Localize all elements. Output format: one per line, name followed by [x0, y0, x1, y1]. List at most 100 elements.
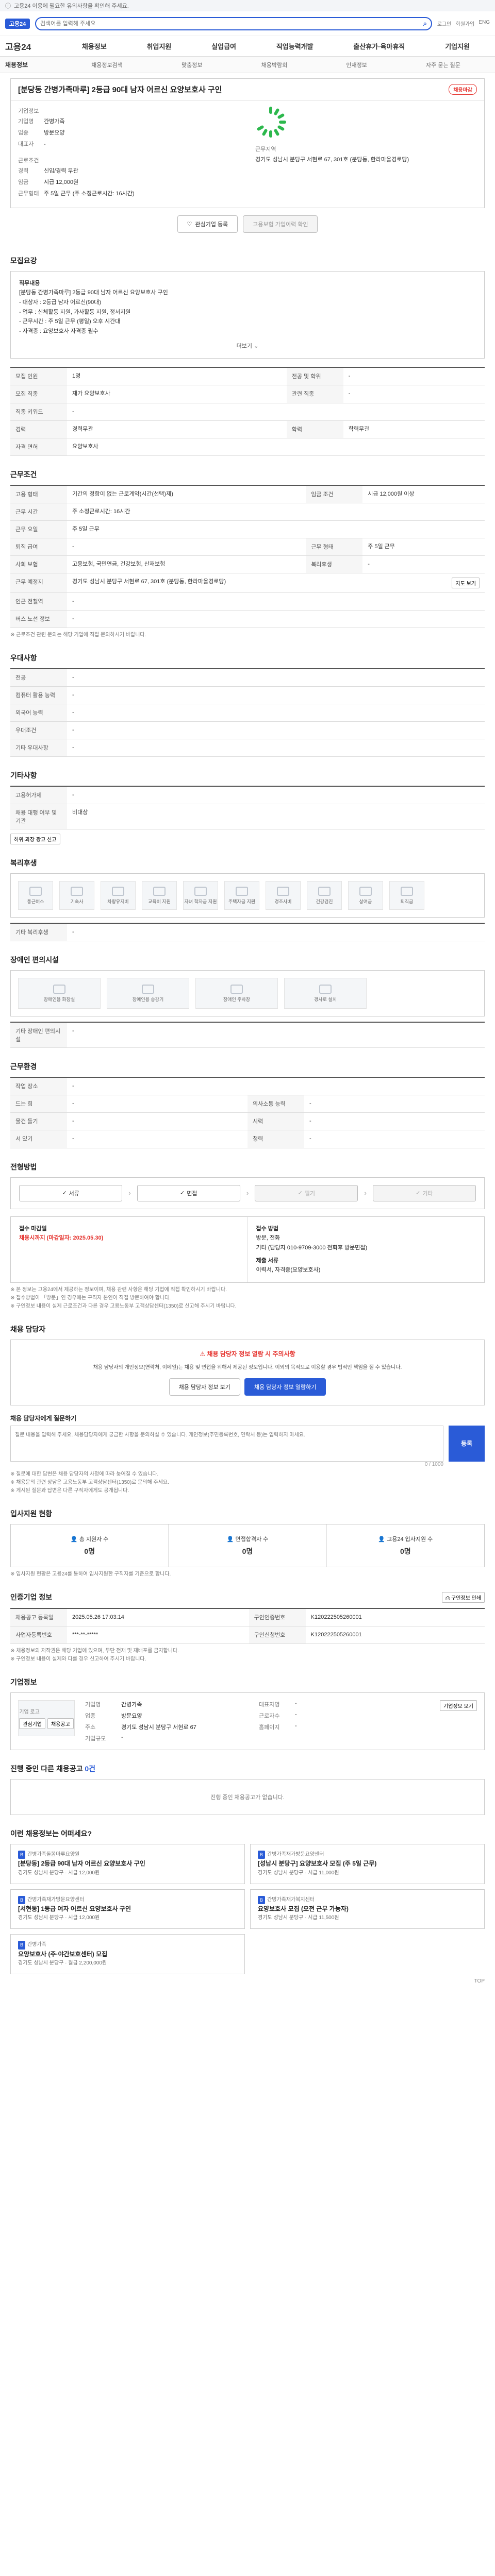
report-button[interactable]: 허위·과장 광고 신고 [10, 834, 60, 845]
welfare-item: 교육비 지원 [142, 881, 177, 910]
hire-heading: 입사지원 현황 [10, 1509, 53, 1518]
book-icon [153, 886, 166, 896]
site-logo[interactable]: 고용24 [5, 18, 30, 29]
agency-favorite-button[interactable]: 관심기업 [19, 1718, 45, 1730]
gnb-item-company[interactable]: 기업지원 [445, 41, 470, 51]
qa-form: 등록 [10, 1425, 485, 1462]
sub-nav-item[interactable]: 맞춤정보 [182, 61, 202, 69]
duty-more-button[interactable]: 더보기 ⌄ [19, 342, 476, 351]
table-row: 작업 장소 - [10, 1077, 485, 1096]
main-nav: 고용24 채용정보 취업지원 실업급여 직업능력개발 출산휴가·육아휴직 기업지… [0, 36, 495, 57]
welfare-item: 기숙사 [59, 881, 94, 910]
agency-box: 기업 로고 관심기업 채용공고 기업명 간병가족 대표자명 - 업종 방문요양 근로자… [10, 1692, 485, 1751]
stat-card: 👤 고용24 입사지원 수 0명 [326, 1524, 484, 1567]
company-row: 대표자 - [18, 141, 240, 149]
sub-nav-item[interactable]: 채용정보검색 [91, 61, 123, 69]
table-row: 경력 경력무관 학력 학력무관 [10, 420, 485, 438]
company-value: 간병가족 [44, 118, 65, 125]
gnb-item-support[interactable]: 취업지원 [147, 41, 172, 51]
qa-input[interactable] [10, 1425, 443, 1462]
table-row: 사업자등록번호 ***-**-***** 구인신청번호 K12022250526000… [10, 1626, 485, 1645]
table-row: 서 있기 - 청력 - [10, 1130, 485, 1148]
etc-heading: 기타사항 [10, 771, 37, 780]
welfare-etc-table: 기타 복리후생 - [10, 923, 485, 942]
search-input[interactable] [40, 20, 420, 27]
table-row: 퇴직 급여 - 근무 형태 주 5일 근무 [10, 538, 485, 556]
qa-heading: 채용 담당자에게 질문하기 [10, 1414, 77, 1422]
nav-brand[interactable]: 고용24 [5, 40, 62, 53]
welfare-heading: 복리후생 [10, 859, 37, 868]
agency-jobs-button[interactable]: 채용공고 [47, 1718, 74, 1730]
sub-nav-item[interactable]: 인재정보 [346, 61, 367, 69]
sub-nav: 채용정보 채용정보검색 맞춤정보 채용박람회 인재정보 자주 묻는 질문 [0, 57, 495, 73]
map-button[interactable]: 지도 보기 [452, 577, 480, 588]
welfare-item: 자녀 학자금 지원 [183, 881, 218, 910]
sub-nav-item[interactable]: 자주 묻는 질문 [426, 61, 460, 69]
util-links: 로그인 회원가입 ENG [437, 20, 490, 27]
step-written: ✓ 필기 [255, 1184, 358, 1201]
rec-card[interactable]: B 간병가족재가방문요양센터 [서현동] 1등급 여자 어르신 요양보호사 구인 경기… [10, 1889, 245, 1929]
step-other: ✓ 기타 [372, 1184, 476, 1201]
recruit-table: 모집 인원 1명 전공 및 학위 - 모집 직종 재가 요양보호사 관련 직종 - 직종 키… [10, 367, 485, 456]
logo-col: 근무지역 경기도 성남시 분당구 서현로 67, 301호 (분당동, 한라마을… [255, 107, 477, 201]
lang-link[interactable]: ENG [478, 20, 490, 27]
table-row: 우대조건 - [10, 721, 485, 740]
facility-item: 장애인용 화장실 [18, 978, 101, 1009]
signup-link[interactable]: 회원가입 [456, 20, 475, 27]
step-interview: ✓ 면접 [137, 1184, 240, 1201]
sub-nav-title: 채용정보 [5, 61, 28, 69]
print-icon: ⎙ [446, 1595, 450, 1601]
work-key: 경력 [18, 167, 29, 174]
company-row: 업종 방문요양 [18, 129, 240, 138]
welfare-item: 상여금 [348, 881, 383, 910]
etc-table: 고용허가제 - 채용 대행 여부 및 기관 비대상 [10, 786, 485, 830]
welfare-item: 통근버스 [18, 881, 53, 910]
gnb-item-training[interactable]: 직업능력개발 [276, 41, 314, 51]
status-badge: 채용마감 [449, 84, 477, 95]
work-cond-heading: 근무조건 [10, 470, 37, 479]
qa-submit-button[interactable]: 등록 [449, 1425, 485, 1462]
elevator-icon [142, 984, 154, 994]
welfare-item: 경조사비 [266, 881, 301, 910]
duty-line: - 업무 : 신체활동 지원, 가사활동 지원, 정서지원 [19, 309, 131, 315]
apply-deadline: 접수 마감일 채용시까지 (마감일자: 2025.05.30) [19, 1225, 104, 1242]
search-icon[interactable]: ⌕ [423, 20, 427, 28]
meta-notes: ※ 채용정보의 저작권은 해당 기업에 있으며, 무단 전재 및 재배포를 금지… [10, 1648, 179, 1663]
arrow-right-icon: › [364, 1189, 367, 1197]
hire-stats: 👤 총 지원자 수 0명 👤 면접합격자 수 0명 👤 고용24 입사지원 수 0명 [10, 1523, 485, 1567]
print-button[interactable]: ⎙ 구인정보 인쇄 [442, 1591, 485, 1603]
gnb-menu: 채용정보 취업지원 실업급여 직업능력개발 출산휴가·육아휴직 기업지원 [62, 41, 490, 51]
login-link[interactable]: 로그인 [437, 20, 452, 27]
insurance-check-button[interactable]: 고용보험 가입이력 확인 [243, 215, 318, 233]
open-contact-button[interactable]: 채용 담당자 정보 열람하기 [244, 1378, 326, 1396]
rec-card[interactable]: B 간병가족 요양보호사 (주·야간보호센터) 모집 경기도 성남시 분당구 · 월급… [10, 1934, 245, 1974]
area-label: 근무지역 [255, 146, 276, 152]
favorite-company-button[interactable]: ♡ 관심기업 등록 [177, 215, 238, 233]
work-row: 임금 시급 12,000원 [18, 179, 240, 187]
parking-icon [230, 984, 243, 994]
ramp-icon [319, 984, 332, 994]
qa-notes: ※ 질문에 대한 답변은 채용 담당자의 사정에 따라 늦어질 수 있습니다. … [10, 1471, 169, 1494]
table-row: 인근 전철역 - [10, 592, 485, 611]
agency-detail-button[interactable]: 기업정보 보기 [440, 1700, 477, 1711]
facility-item: 장애인 주차장 [195, 978, 278, 1009]
sub-nav-item[interactable]: 채용박람회 [261, 61, 288, 69]
back-to-top-button[interactable]: TOP [10, 1978, 485, 1984]
table-row: 기타 우대사항 - [10, 739, 485, 757]
view-contact-button[interactable]: 채용 담당자 정보 보기 [169, 1378, 240, 1396]
duty-box: 직무내용 [분당동 간병가족마루] 2등급 90대 남자 어르신 요양보호사 구… [10, 270, 485, 359]
pref-table: 전공 - 컴퓨터 활용 능력 - 외국어 능력 - 우대조건 - 기타 우대사항 - [10, 668, 485, 757]
rec-card[interactable]: B 간병가족재가복지센터 요양보호사 모집 (오전 근무 가능자) 경기도 성남시 분… [250, 1889, 485, 1929]
duty-line: 직무내용 [19, 280, 40, 286]
gnb-item-unemployment[interactable]: 실업급여 [211, 41, 236, 51]
duty-line: - 대상자 : 2등급 남자 어르신(90대) [19, 299, 101, 306]
duty-heading: 모집요강 [10, 256, 37, 265]
gnb-item-leave[interactable]: 출산휴가·육아휴직 [353, 41, 405, 51]
rec-card[interactable]: B 간병가족돌봄마루요양원 [분당동] 2등급 90대 남자 어르신 요양보호사 구… [10, 1844, 245, 1884]
duty-line: - 근무시간 : 주 5일 근무 (평일) 오후 시간대 [19, 318, 121, 325]
area-value: 경기도 성남시 분당구 서현로 67, 301호 (분당동, 한라마을경로당) [255, 157, 409, 163]
gnb-item-jobs[interactable]: 채용정보 [82, 41, 107, 51]
rec-card[interactable]: B 간병가족재가방문요양센터 [성남시 분당구] 요양보호사 모집 (주 5일 근무… [250, 1844, 485, 1884]
job-body: 기업정보 기업명 간병가족 업종 방문요양 대표자 - 근로조건 경력 신입/경력 무관… [11, 100, 484, 208]
table-row: 물건 들기 - 시력 - [10, 1112, 485, 1131]
